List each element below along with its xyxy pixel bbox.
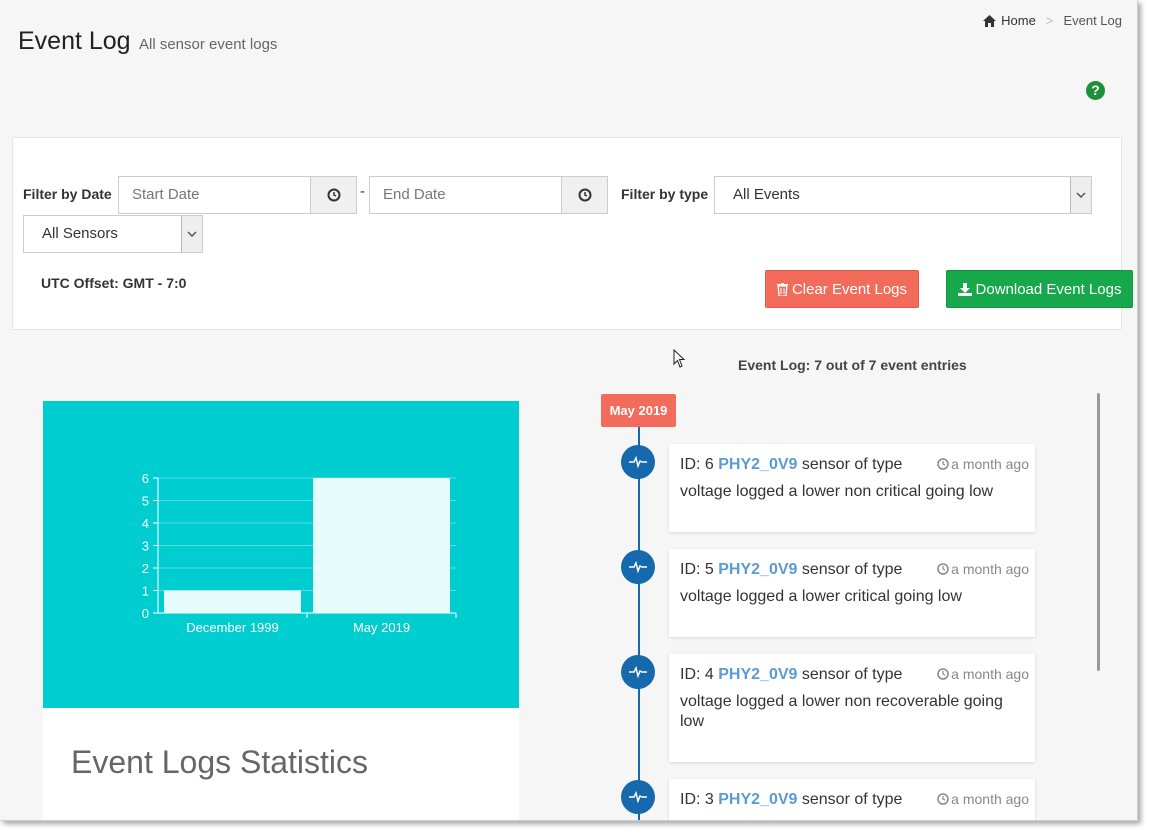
chart-bar[interactable] (164, 590, 301, 614)
download-icon (957, 282, 972, 296)
sensor-link[interactable]: PHY2_0V9 (718, 561, 797, 578)
event-time: a month ago (951, 666, 1029, 682)
clock-icon (578, 188, 591, 202)
event-id: ID: 3 (680, 791, 714, 808)
event-count-summary: Event Log: 7 out of 7 event entries (738, 357, 967, 373)
trash-icon (776, 282, 788, 296)
event-id: ID: 5 (680, 561, 714, 578)
clock-icon (937, 668, 949, 680)
filter-date-label: Filter by Date (23, 186, 112, 202)
sensor-link[interactable]: PHY2_0V9 (718, 456, 797, 473)
event-detail: voltage logged a lower non recoverable g… (680, 693, 1003, 730)
clock-icon (937, 563, 949, 575)
event-id: ID: 6 (680, 456, 714, 473)
heartbeat-icon (629, 666, 647, 678)
start-date-picker-button[interactable] (310, 176, 357, 214)
event-card[interactable]: ID: 4 PHY2_0V9 sensor of type a month ag… (669, 654, 1035, 762)
end-date-picker-button[interactable] (561, 176, 608, 214)
heartbeat-icon (629, 791, 647, 803)
y-tick-label: 6 (142, 471, 149, 486)
stats-title: Event Logs Statistics (71, 744, 369, 780)
app-window: Event Log All sensor event logs Home > E… (0, 0, 1138, 821)
y-tick-label: 3 (142, 539, 149, 554)
clear-button-label: Clear Event Logs (791, 280, 908, 298)
event-statistics-chart: 0 1 2 3 4 5 6 December 1999 May 2019 (142, 471, 457, 635)
breadcrumb-home-label: Home (1001, 13, 1036, 28)
breadcrumb: Home > Event Log (983, 13, 1122, 28)
timeline-dot (621, 550, 655, 584)
end-date-input[interactable]: End Date (369, 176, 562, 214)
y-tick-label: 0 (142, 606, 149, 621)
event-type-text: sensor of type (801, 666, 903, 683)
event-type-text: sensor of type (801, 791, 903, 808)
event-time: a month ago (951, 456, 1029, 472)
timeline-month-badge: May 2019 (601, 394, 676, 427)
page-title: Event Log (18, 27, 131, 55)
chart-bar[interactable] (313, 478, 450, 613)
timeline-dot (621, 655, 655, 689)
breadcrumb-current: Event Log (1063, 13, 1122, 28)
timeline-line (638, 427, 640, 820)
clock-icon (937, 458, 949, 470)
x-tick-label: December 1999 (186, 620, 279, 635)
heartbeat-icon (629, 561, 647, 573)
event-id: ID: 4 (680, 666, 714, 683)
stats-panel: Event Logs Statistics (43, 708, 519, 820)
download-event-logs-button[interactable]: Download Event Logs (946, 270, 1133, 308)
y-tick-label: 4 (142, 516, 149, 531)
timeline-scrollbar[interactable] (1097, 393, 1100, 671)
event-time: a month ago (951, 791, 1029, 807)
sensor-select-value: All Sensors (42, 225, 118, 242)
timeline-dot (621, 780, 655, 814)
download-button-label: Download Event Logs (975, 280, 1122, 298)
event-type-text: sensor of type (801, 561, 903, 578)
event-detail: voltage logged a lower critical going lo… (680, 588, 962, 605)
y-tick-label: 5 (142, 494, 149, 509)
event-type-value: All Events (733, 186, 800, 203)
stats-chart-panel: 0 1 2 3 4 5 6 December 1999 May 2019 (43, 401, 519, 708)
clear-event-logs-button[interactable]: Clear Event Logs (765, 270, 919, 308)
event-detail: voltage logged a lower non critical goin… (680, 483, 994, 500)
filter-type-label: Filter by type (621, 186, 709, 202)
home-icon (983, 14, 997, 27)
chevron-down-icon (1070, 177, 1091, 213)
clock-icon (937, 793, 949, 805)
heartbeat-icon (629, 456, 647, 468)
event-type-select[interactable]: All Events (714, 176, 1092, 214)
sensor-select[interactable]: All Sensors (23, 215, 203, 253)
clock-icon (327, 188, 340, 202)
help-icon[interactable]: ? (1086, 81, 1105, 100)
breadcrumb-home[interactable]: Home (983, 13, 1036, 28)
event-type-text: sensor of type (801, 456, 903, 473)
y-tick-label: 2 (142, 561, 149, 576)
y-tick-label: 1 (142, 584, 149, 599)
event-time: a month ago (951, 561, 1029, 577)
date-range-separator: - (360, 183, 365, 200)
page-subtitle: All sensor event logs (139, 36, 278, 53)
sensor-link[interactable]: PHY2_0V9 (718, 666, 797, 683)
event-card[interactable]: ID: 3 PHY2_0V9 sensor of type a month ag… (669, 779, 1035, 820)
timeline-dot (621, 445, 655, 479)
start-date-input[interactable]: Start Date (118, 176, 311, 214)
utc-offset-label: UTC Offset: GMT - 7:0 (41, 275, 187, 291)
mouse-cursor-icon (673, 349, 685, 368)
event-card[interactable]: ID: 5 PHY2_0V9 sensor of type a month ag… (669, 549, 1035, 637)
breadcrumb-separator: > (1045, 13, 1054, 28)
event-card[interactable]: ID: 6 PHY2_0V9 sensor of type a month ag… (669, 444, 1035, 532)
x-tick-label: May 2019 (353, 620, 410, 635)
sensor-link[interactable]: PHY2_0V9 (718, 791, 797, 808)
chevron-down-icon (181, 216, 202, 252)
